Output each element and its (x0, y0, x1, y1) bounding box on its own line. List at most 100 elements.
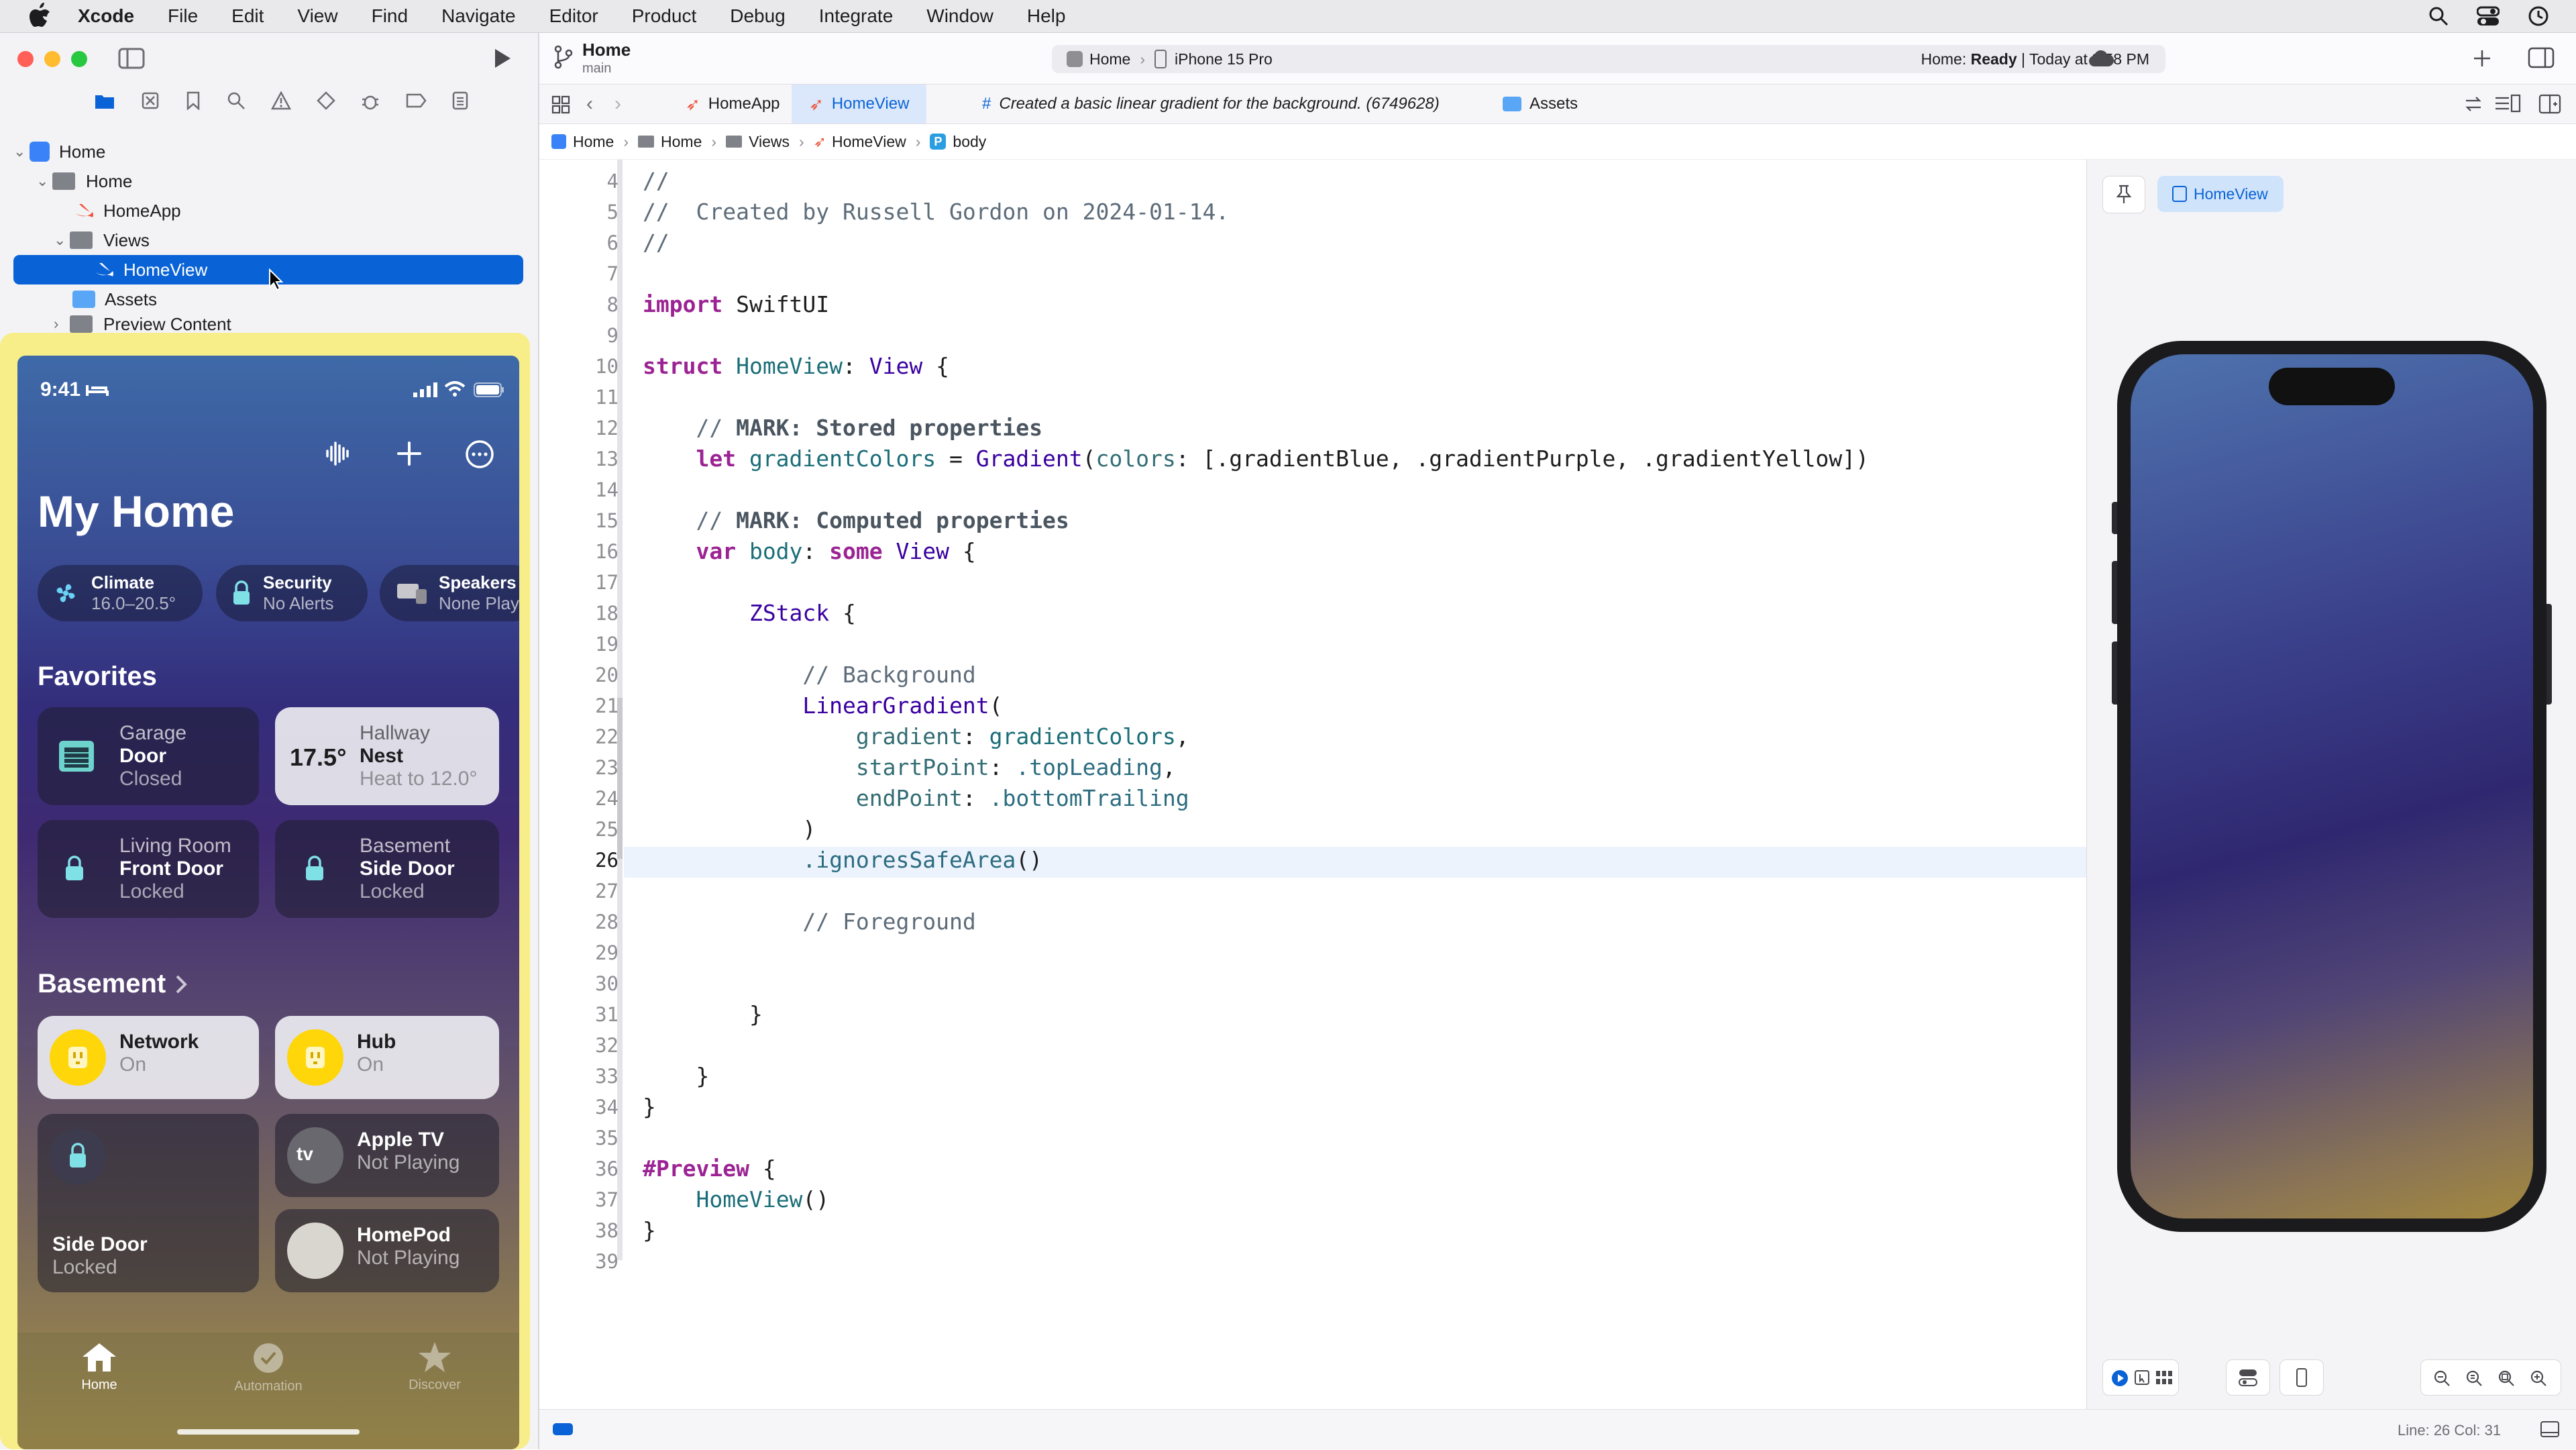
tab-homeapp[interactable]: ➶ HomeApp (668, 85, 798, 123)
preview-selector-homeview[interactable]: HomeView (2157, 176, 2284, 212)
tab-commit[interactable]: # Created a basic linear gradient for th… (965, 85, 1457, 123)
selectable-mode-icon[interactable] (2134, 1369, 2150, 1386)
network-tile[interactable]: Network On (38, 1016, 259, 1099)
line-number: 38 (595, 1219, 619, 1242)
source-editor[interactable] (539, 160, 2086, 1409)
spotlight-search-icon[interactable] (2428, 6, 2449, 26)
project-navigator-icon[interactable] (94, 91, 115, 110)
split-editor-icon[interactable] (2538, 94, 2561, 114)
side-door-tile[interactable]: Side Door Locked (38, 1114, 259, 1292)
run-destination[interactable]: iPhone 15 Pro (1175, 50, 1273, 68)
editor-options-icon[interactable] (2494, 94, 2521, 113)
cloud-sync-icon[interactable] (2088, 49, 2114, 69)
tab-home[interactable]: Home (58, 1341, 141, 1393)
control-center-icon[interactable] (2477, 6, 2500, 26)
device-orientation-button[interactable] (2279, 1359, 2324, 1396)
jump-item-project[interactable]: Home (573, 133, 614, 151)
scheme-name[interactable]: Home (1089, 50, 1130, 68)
jump-item-symbol[interactable]: body (953, 133, 986, 151)
sidebar-toggle-icon[interactable] (118, 47, 145, 73)
menu-product[interactable]: Product (632, 5, 697, 27)
menu-window[interactable]: Window (926, 5, 994, 27)
more-options-icon[interactable] (464, 439, 495, 470)
security-pill[interactable]: Security No Alerts (216, 565, 368, 621)
menu-file[interactable]: File (168, 5, 198, 27)
chevron-down-icon[interactable]: ⌄ (36, 172, 52, 190)
basement-heading[interactable]: Basement (38, 969, 188, 999)
close-window-button[interactable] (17, 51, 34, 67)
garage-door-tile[interactable]: Garage Door Closed (38, 707, 259, 805)
clock-icon[interactable] (2528, 5, 2549, 27)
source-control-navigator-icon[interactable] (141, 91, 160, 110)
jump-item-views[interactable]: Views (749, 133, 790, 151)
homepod-tile[interactable]: HomePod Not Playing (275, 1209, 499, 1292)
minimap-toggle-icon[interactable] (2540, 1419, 2560, 1439)
tree-row-group-home[interactable]: ⌄ Home (36, 166, 132, 196)
code-line: var body: some View { (643, 538, 976, 564)
debug-area-toggle-icon[interactable] (553, 1423, 573, 1435)
chevron-down-icon[interactable]: ⌄ (13, 143, 30, 160)
debug-navigator-icon[interactable] (361, 91, 380, 110)
add-icon[interactable] (394, 439, 424, 468)
menu-help[interactable]: Help (1027, 5, 1066, 27)
voice-waveform-icon[interactable] (323, 439, 353, 468)
back-chevron-icon[interactable]: ‹ (586, 93, 593, 115)
tree-row-views[interactable]: ⌄ Views (54, 225, 150, 255)
device-settings-button[interactable] (2226, 1359, 2270, 1396)
bookmark-navigator-icon[interactable] (185, 91, 201, 110)
variants-grid-icon[interactable] (2155, 1369, 2173, 1386)
inspector-toggle-icon[interactable] (2528, 46, 2555, 69)
apple-menu-icon[interactable] (24, 1, 55, 32)
menu-app-name[interactable]: Xcode (78, 5, 134, 27)
project-name[interactable]: Home (582, 40, 631, 60)
menu-debug[interactable]: Debug (730, 5, 786, 27)
jump-item-group[interactable]: Home (661, 133, 702, 151)
zoom-to-fit-icon[interactable] (2498, 1369, 2515, 1387)
apple-tv-tile[interactable]: tv Apple TV Not Playing (275, 1114, 499, 1197)
tab-assets[interactable]: Assets (1485, 85, 1595, 123)
tab-label: Automation (234, 1379, 303, 1394)
asset-catalog-icon (1503, 97, 1521, 111)
chevron-down-icon[interactable]: ⌄ (54, 231, 70, 249)
zoom-actual-size-icon[interactable] (2465, 1369, 2483, 1387)
menu-view[interactable]: View (297, 5, 337, 27)
live-preview-icon[interactable] (2111, 1369, 2129, 1387)
chevron-right-icon[interactable]: › (54, 315, 70, 333)
menu-edit[interactable]: Edit (231, 5, 264, 27)
branch-name[interactable]: main (582, 61, 611, 76)
pin-preview-button[interactable] (2102, 176, 2145, 213)
test-navigator-icon[interactable] (317, 91, 335, 110)
grid-related-items-icon[interactable] (551, 95, 570, 114)
tree-row-preview-content[interactable]: › Preview Content (54, 315, 231, 333)
issue-navigator-icon[interactable] (271, 91, 291, 110)
tree-row-homeapp[interactable]: HomeApp (74, 196, 181, 225)
menu-navigate[interactable]: Navigate (441, 5, 516, 27)
run-button[interactable] (492, 47, 513, 73)
zoom-in-icon[interactable] (2530, 1369, 2547, 1387)
hallway-nest-tile[interactable]: 17.5° Hallway Nest Heat to 12.0° (275, 707, 499, 805)
basement-side-door-tile[interactable]: Basement Side Door Locked (275, 820, 499, 918)
tab-automation[interactable]: Automation (220, 1341, 317, 1394)
tree-row-assets[interactable]: Assets (72, 284, 157, 314)
tab-homeview[interactable]: ➶ HomeView (792, 85, 927, 123)
forward-chevron-icon[interactable]: › (614, 93, 621, 115)
breakpoint-navigator-icon[interactable] (405, 93, 427, 109)
minimize-window-button[interactable] (44, 51, 60, 67)
climate-pill[interactable]: Climate 16.0–20.5° (38, 565, 203, 621)
find-navigator-icon[interactable] (227, 91, 246, 110)
menu-editor[interactable]: Editor (549, 5, 598, 27)
build-status: Home: Ready | Today at 3:58 PM (1921, 50, 2149, 68)
tree-row-project-home[interactable]: ⌄ Home (13, 137, 105, 166)
zoom-out-icon[interactable] (2433, 1369, 2451, 1387)
hub-tile[interactable]: Hub On (275, 1016, 499, 1099)
swap-arrows-icon[interactable] (2463, 95, 2483, 113)
menu-find[interactable]: Find (372, 5, 408, 27)
zoom-window-button[interactable] (71, 51, 87, 67)
report-navigator-icon[interactable] (452, 91, 468, 110)
jump-item-file[interactable]: HomeView (832, 133, 906, 151)
menu-integrate[interactable]: Integrate (819, 5, 894, 27)
living-room-front-door-tile[interactable]: Living Room Front Door Locked (38, 820, 259, 918)
speakers-pill[interactable]: Speakers None Play (380, 565, 519, 621)
tab-discover[interactable]: Discover (393, 1341, 476, 1393)
add-library-icon[interactable] (2471, 48, 2493, 69)
